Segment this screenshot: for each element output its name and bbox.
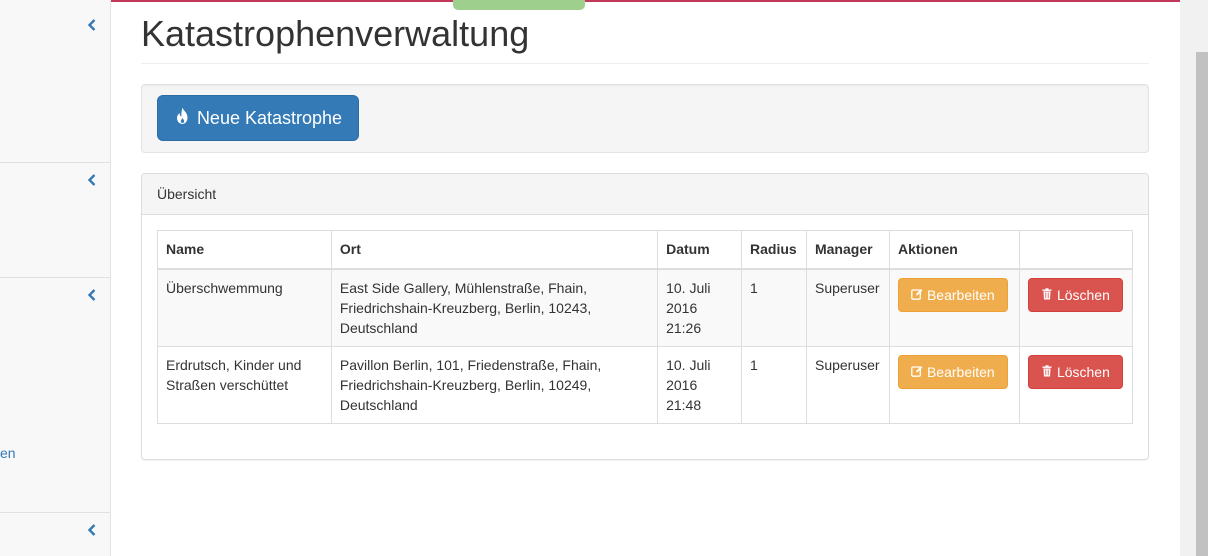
title-divider xyxy=(141,63,1149,64)
edit-icon xyxy=(911,287,923,303)
cell-edit-action: Bearbeiten xyxy=(888,268,1020,347)
edit-button[interactable]: Bearbeiten xyxy=(897,354,1008,389)
vertical-scrollbar[interactable] xyxy=(1180,0,1208,556)
edit-icon xyxy=(911,364,923,380)
column-header-aktionen: Aktionen xyxy=(888,230,1020,270)
sidebar: en xyxy=(0,0,111,556)
sidebar-divider xyxy=(0,512,111,513)
column-header-name: Name xyxy=(157,230,332,270)
cell-edit-action: Bearbeiten xyxy=(888,345,1020,424)
page-title: Katastrophenverwaltung xyxy=(141,13,530,54)
delete-label: Löschen xyxy=(1056,286,1110,303)
cell-radius: 1 xyxy=(741,268,807,347)
disaster-table: Name Ort Datum Radius Manager Aktionen Ü… xyxy=(157,230,1134,424)
column-header-ort: Ort xyxy=(330,230,659,270)
table-header-row: Name Ort Datum Radius Manager Aktionen xyxy=(157,230,1134,270)
delete-button[interactable]: Löschen xyxy=(1027,354,1123,389)
column-header-manager: Manager xyxy=(805,230,890,270)
top-tab-indicator xyxy=(453,0,585,10)
edit-button[interactable]: Bearbeiten xyxy=(897,277,1008,312)
cell-manager: Superuser xyxy=(805,345,890,424)
edit-label: Bearbeiten xyxy=(926,286,995,303)
overview-panel: Übersicht Name Ort Datum Radius Manager … xyxy=(141,173,1149,460)
top-accent-line xyxy=(0,0,1180,2)
cell-datum: 10. Juli 2016 21:26 xyxy=(657,268,742,347)
delete-button[interactable]: Löschen xyxy=(1027,277,1123,312)
column-header-empty xyxy=(1018,230,1134,270)
column-header-datum: Datum xyxy=(657,230,742,270)
cell-name: Überschwemmung xyxy=(157,268,332,347)
sidebar-link-partial[interactable]: en xyxy=(0,445,16,461)
new-disaster-button[interactable]: Neue Katastrophe xyxy=(157,95,359,141)
cell-ort: East Side Gallery, Mühlenstraße, Fhain, … xyxy=(330,268,659,347)
delete-label: Löschen xyxy=(1056,363,1110,380)
cell-delete-action: Löschen xyxy=(1018,268,1134,347)
trash-icon xyxy=(1041,287,1053,303)
edit-label: Bearbeiten xyxy=(926,363,995,380)
chevron-left-icon[interactable] xyxy=(85,18,99,32)
scrollbar-thumb[interactable] xyxy=(1196,52,1208,556)
table-row: Überschwemmung East Side Gallery, Mühlen… xyxy=(157,268,1134,347)
sidebar-divider xyxy=(0,162,111,163)
cell-name: Erdrutsch, Kinder und Straßen verschütte… xyxy=(157,345,332,424)
cell-radius: 1 xyxy=(741,345,807,424)
column-header-radius: Radius xyxy=(741,230,807,270)
cell-ort: Pavillon Berlin, 101, Friedenstraße, Fha… xyxy=(330,345,659,424)
chevron-left-icon[interactable] xyxy=(85,523,99,537)
chevron-left-icon[interactable] xyxy=(85,288,99,302)
sidebar-divider xyxy=(0,277,111,278)
cell-datum: 10. Juli 2016 21:48 xyxy=(657,345,742,424)
cell-manager: Superuser xyxy=(805,268,890,347)
table-row: Erdrutsch, Kinder und Straßen verschütte… xyxy=(157,345,1134,424)
trash-icon xyxy=(1041,364,1053,380)
chevron-left-icon[interactable] xyxy=(85,173,99,187)
action-bar: Neue Katastrophe xyxy=(141,84,1149,153)
new-disaster-label: Neue Katastrophe xyxy=(196,107,343,128)
panel-heading: Übersicht xyxy=(142,174,1148,215)
cell-delete-action: Löschen xyxy=(1018,345,1134,424)
fire-icon xyxy=(174,107,191,130)
